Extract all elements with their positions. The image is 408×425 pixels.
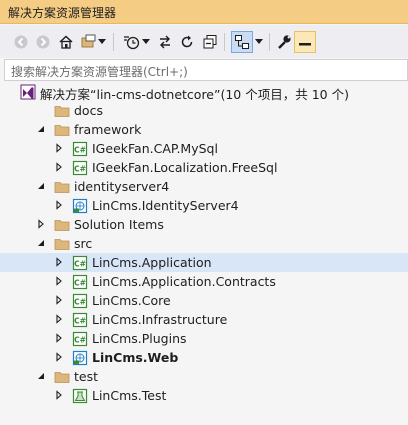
no-expander [35, 104, 47, 116]
collapsed-arrow-icon[interactable] [53, 161, 65, 173]
collapsed-arrow-icon[interactable] [53, 275, 65, 287]
tree-item-label: LinCms.Plugins [92, 331, 187, 346]
tree-row[interactable]: LinCms.Test [0, 386, 408, 405]
collapsed-arrow-icon[interactable] [53, 142, 65, 154]
tree-row[interactable]: test [0, 367, 408, 386]
expanded-arrow-icon[interactable] [35, 123, 47, 135]
folder-icon [54, 179, 70, 195]
collapsed-arrow-icon[interactable] [53, 294, 65, 306]
title-bar: 解决方案资源管理器 [0, 0, 408, 24]
svg-text:C#: C# [74, 279, 86, 288]
csharp-project-icon: C# [72, 274, 88, 290]
web-project-icon [72, 350, 88, 366]
solution-icon [20, 84, 36, 100]
collapsed-arrow-icon[interactable] [53, 351, 65, 363]
panel-title: 解决方案资源管理器 [8, 6, 117, 20]
refresh-icon[interactable] [177, 32, 197, 52]
tree-row[interactable]: LinCms.IdentityServer4 [0, 196, 408, 215]
tree-item-label: LinCms.Application.Contracts [92, 274, 276, 289]
folder-icon [54, 217, 70, 233]
tree-item-label: LinCms.Application [92, 255, 212, 270]
svg-text:C#: C# [74, 298, 86, 307]
csharp-project-icon: C# [72, 293, 88, 309]
tree-row[interactable]: identityserver4 [0, 177, 408, 196]
dropdown-icon[interactable] [97, 32, 107, 52]
tree-row[interactable]: C# LinCms.Application.Contracts [0, 272, 408, 291]
tree-row[interactable]: docs [0, 101, 408, 120]
tree-row[interactable]: LinCms.Web [0, 348, 408, 367]
toolbar-separator [113, 33, 114, 51]
expanded-arrow-icon[interactable] [35, 237, 47, 249]
pending-changes-filter-icon[interactable] [122, 32, 142, 52]
tree-item-label: identityserver4 [74, 179, 170, 194]
solution-tree: 解决方案“lin-cms-dotnetcore”(10 个项目，共 10 个) d… [0, 82, 408, 425]
expanded-arrow-icon[interactable] [35, 370, 47, 382]
expanded-arrow-icon[interactable] [35, 180, 47, 192]
tree-item-label: framework [74, 122, 142, 137]
csharp-project-icon: C# [72, 255, 88, 271]
svg-text:C#: C# [74, 336, 86, 345]
web-project-icon [72, 198, 88, 214]
tree-item-label: LinCms.IdentityServer4 [92, 198, 239, 213]
forward-icon[interactable] [33, 32, 53, 52]
tree-row[interactable]: C# IGeekFan.CAP.MySql [0, 139, 408, 158]
sync-icon[interactable] [155, 32, 175, 52]
csharp-project-icon: C# [72, 160, 88, 176]
switch-views-icon[interactable] [79, 32, 99, 52]
search-placeholder: 搜索解决方案资源管理器(Ctrl+;) [11, 65, 188, 79]
csharp-project-icon: C# [72, 312, 88, 328]
csharp-project-icon: C# [72, 141, 88, 157]
toolbar-separator [269, 33, 270, 51]
test-project-icon [72, 388, 88, 404]
folder-icon [54, 103, 70, 119]
dropdown-icon[interactable] [141, 32, 151, 52]
tree-item-label: IGeekFan.Localization.FreeSql [92, 160, 278, 175]
tree-row[interactable]: Solution Items [0, 215, 408, 234]
tree-item-label: Solution Items [74, 217, 164, 232]
folder-icon [54, 369, 70, 385]
collapse-all-icon[interactable] [200, 32, 220, 52]
svg-text:C#: C# [74, 165, 86, 174]
collapsed-arrow-icon[interactable] [53, 313, 65, 325]
tree-item-label: test [74, 369, 99, 384]
search-input[interactable]: 搜索解决方案资源管理器(Ctrl+;) [4, 59, 408, 81]
collapsed-arrow-icon[interactable] [53, 389, 65, 401]
svg-text:C#: C# [74, 146, 86, 155]
properties-wrench-icon[interactable] [274, 32, 294, 52]
tree-item-label: LinCms.Web [92, 350, 179, 365]
tree-row[interactable]: 解决方案“lin-cms-dotnetcore”(10 个项目，共 10 个) [0, 82, 408, 102]
tree-item-label: LinCms.Infrastructure [92, 312, 228, 327]
show-all-files-icon[interactable] [231, 31, 253, 53]
back-icon[interactable] [11, 32, 31, 52]
toolbar [0, 25, 408, 58]
tree-row[interactable]: C# LinCms.Core [0, 291, 408, 310]
collapsed-arrow-icon[interactable] [35, 218, 47, 230]
collapsed-arrow-icon[interactable] [53, 256, 65, 268]
svg-text:C#: C# [74, 317, 86, 326]
tree-row[interactable]: src [0, 234, 408, 253]
home-icon[interactable] [56, 32, 76, 52]
collapsed-arrow-icon[interactable] [53, 199, 65, 211]
tree-item-label: LinCms.Test [92, 388, 167, 403]
tree-row[interactable]: framework [0, 120, 408, 139]
toolbar-separator [224, 33, 225, 51]
tree-item-label: docs [74, 103, 103, 118]
collapsed-arrow-icon[interactable] [53, 332, 65, 344]
folder-icon [54, 236, 70, 252]
folder-icon [54, 122, 70, 138]
csharp-project-icon: C# [72, 331, 88, 347]
tree-row[interactable]: C# LinCms.Plugins [0, 329, 408, 348]
tree-row[interactable]: C# IGeekFan.Localization.FreeSql [0, 158, 408, 177]
tree-item-label: IGeekFan.CAP.MySql [92, 141, 218, 156]
tree-row[interactable]: C# LinCms.Infrastructure [0, 310, 408, 329]
tree-item-label: src [74, 236, 93, 251]
tree-row[interactable]: C# LinCms.Application [0, 253, 408, 272]
dropdown-icon[interactable] [254, 32, 264, 52]
tree-item-label: LinCms.Core [92, 293, 171, 308]
preview-icon[interactable] [294, 31, 316, 53]
svg-text:C#: C# [74, 260, 86, 269]
